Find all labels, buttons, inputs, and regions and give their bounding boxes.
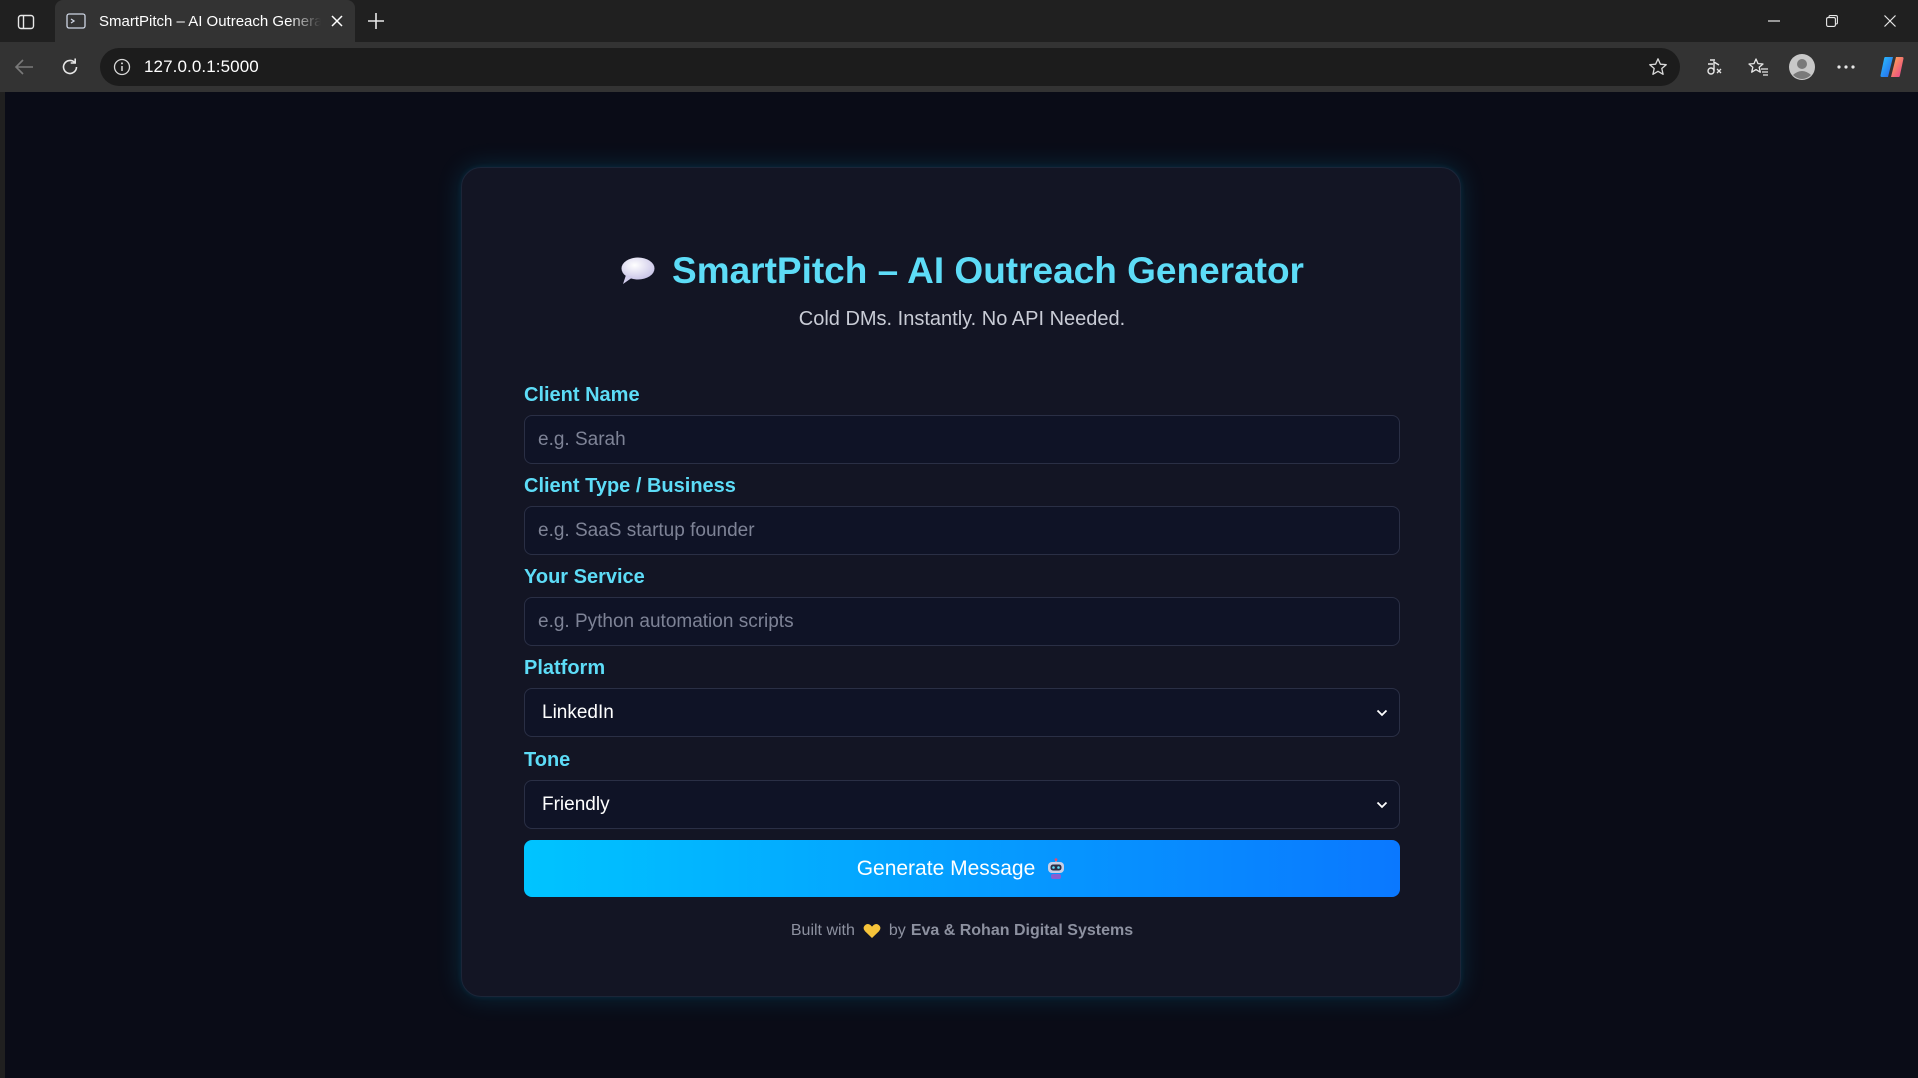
speech-bubble-icon	[620, 256, 656, 286]
footer-company: Eva & Rohan Digital Systems	[910, 922, 1134, 939]
form-card: SmartPitch – AI Outreach Generator Cold …	[461, 167, 1461, 997]
tone-select[interactable]: Friendly	[524, 780, 1400, 829]
read-aloud-icon[interactable]	[1696, 50, 1732, 84]
platform-select-value: LinkedIn	[542, 701, 614, 723]
client-type-input[interactable]	[524, 506, 1400, 555]
close-window-icon[interactable]	[1861, 0, 1918, 42]
tone-label: Tone	[524, 749, 571, 771]
footer-by: by	[888, 922, 906, 939]
favorite-star-icon[interactable]	[1646, 55, 1670, 79]
browser-toolbar: 127.0.0.1:5000	[0, 42, 1918, 92]
generate-message-button[interactable]: Generate Message	[524, 840, 1400, 897]
reload-icon[interactable]	[52, 50, 88, 84]
chevron-down-icon	[1376, 709, 1388, 717]
site-info-icon[interactable]	[110, 55, 134, 79]
platform-select[interactable]: LinkedIn	[524, 688, 1400, 737]
tone-select-value: Friendly	[542, 793, 610, 815]
sidebar-toggle-icon[interactable]	[8, 6, 44, 38]
browser-tab-active[interactable]: SmartPitch – AI Outreach Generator	[55, 0, 355, 42]
client-name-label: Client Name	[524, 384, 640, 406]
robot-icon	[1045, 857, 1067, 880]
minimize-icon[interactable]	[1745, 0, 1803, 42]
restore-icon[interactable]	[1803, 0, 1861, 42]
platform-label: Platform	[524, 657, 606, 679]
footer: Built with by Eva & Rohan Digital System…	[462, 922, 1462, 940]
back-icon[interactable]	[6, 50, 42, 84]
generate-button-label: Generate Message	[856, 856, 1036, 880]
page-viewport: SmartPitch – AI Outreach Generator Cold …	[5, 92, 1918, 1078]
new-tab-icon[interactable]	[360, 5, 392, 37]
favorites-icon[interactable]	[1740, 50, 1776, 84]
service-input[interactable]	[524, 597, 1400, 646]
address-bar[interactable]: 127.0.0.1:5000	[100, 48, 1680, 86]
browser-titlebar: SmartPitch – AI Outreach Generator	[0, 0, 1918, 42]
page-subtitle: Cold DMs. Instantly. No API Needed.	[798, 308, 1126, 330]
footer-prefix: Built with	[790, 922, 855, 939]
tab-title: SmartPitch – AI Outreach Generator	[99, 12, 321, 30]
terminal-favicon-icon	[65, 12, 87, 30]
client-type-label: Client Type / Business	[524, 475, 736, 497]
more-options-icon[interactable]	[1828, 50, 1864, 84]
page-title: SmartPitch – AI Outreach Generator	[672, 250, 1304, 291]
profile-avatar-icon[interactable]	[1784, 50, 1820, 84]
client-name-input[interactable]	[524, 415, 1400, 464]
chevron-down-icon	[1376, 801, 1388, 809]
yellow-heart-icon	[863, 923, 881, 939]
close-tab-icon[interactable]	[325, 9, 349, 33]
copilot-icon[interactable]	[1874, 50, 1910, 84]
page-heading: SmartPitch – AI Outreach Generator	[462, 246, 1462, 296]
service-label: Your Service	[524, 566, 645, 588]
url-text: 127.0.0.1:5000	[144, 57, 259, 76]
